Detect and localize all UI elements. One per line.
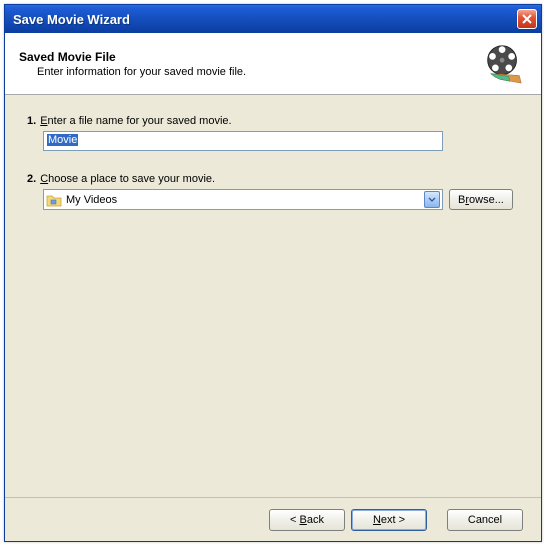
header-title: Saved Movie File <box>19 50 481 64</box>
save-location-dropdown[interactable]: My Videos <box>43 189 443 210</box>
window-title: Save Movie Wizard <box>13 12 517 27</box>
header-text: Saved Movie File Enter information for y… <box>19 50 481 78</box>
header-panel: Saved Movie File Enter information for y… <box>5 33 541 95</box>
filename-value: Movie <box>47 134 78 146</box>
next-button[interactable]: Next > <box>351 509 427 531</box>
step2-label: Choose a place to save your movie. <box>40 173 215 185</box>
folder-icon <box>46 193 62 207</box>
movie-reel-icon <box>481 41 527 87</box>
wizard-window: Save Movie Wizard Saved Movie File Enter… <box>4 4 542 542</box>
close-icon <box>522 14 532 24</box>
cancel-button[interactable]: Cancel <box>447 509 523 531</box>
step1-label: Enter a file name for your saved movie. <box>40 115 231 127</box>
footer-buttons: < Back Next > Cancel <box>5 497 541 541</box>
filename-input[interactable]: Movie <box>43 131 443 151</box>
back-button[interactable]: < Back <box>269 509 345 531</box>
save-location-row: My Videos Browse... <box>43 189 519 210</box>
step2-number: 2. <box>27 173 36 185</box>
header-subtitle: Enter information for your saved movie f… <box>19 66 481 78</box>
chevron-down-icon <box>424 191 440 208</box>
dropdown-selected-label: My Videos <box>66 194 424 206</box>
close-button[interactable] <box>517 9 537 29</box>
browse-button[interactable]: Browse... <box>449 189 513 210</box>
titlebar: Save Movie Wizard <box>5 5 541 33</box>
step2-row: 2. Choose a place to save your movie. <box>27 173 519 185</box>
step1-row: 1. Enter a file name for your saved movi… <box>27 115 519 127</box>
step1-number: 1. <box>27 115 36 127</box>
content-area: 1. Enter a file name for your saved movi… <box>5 95 541 497</box>
